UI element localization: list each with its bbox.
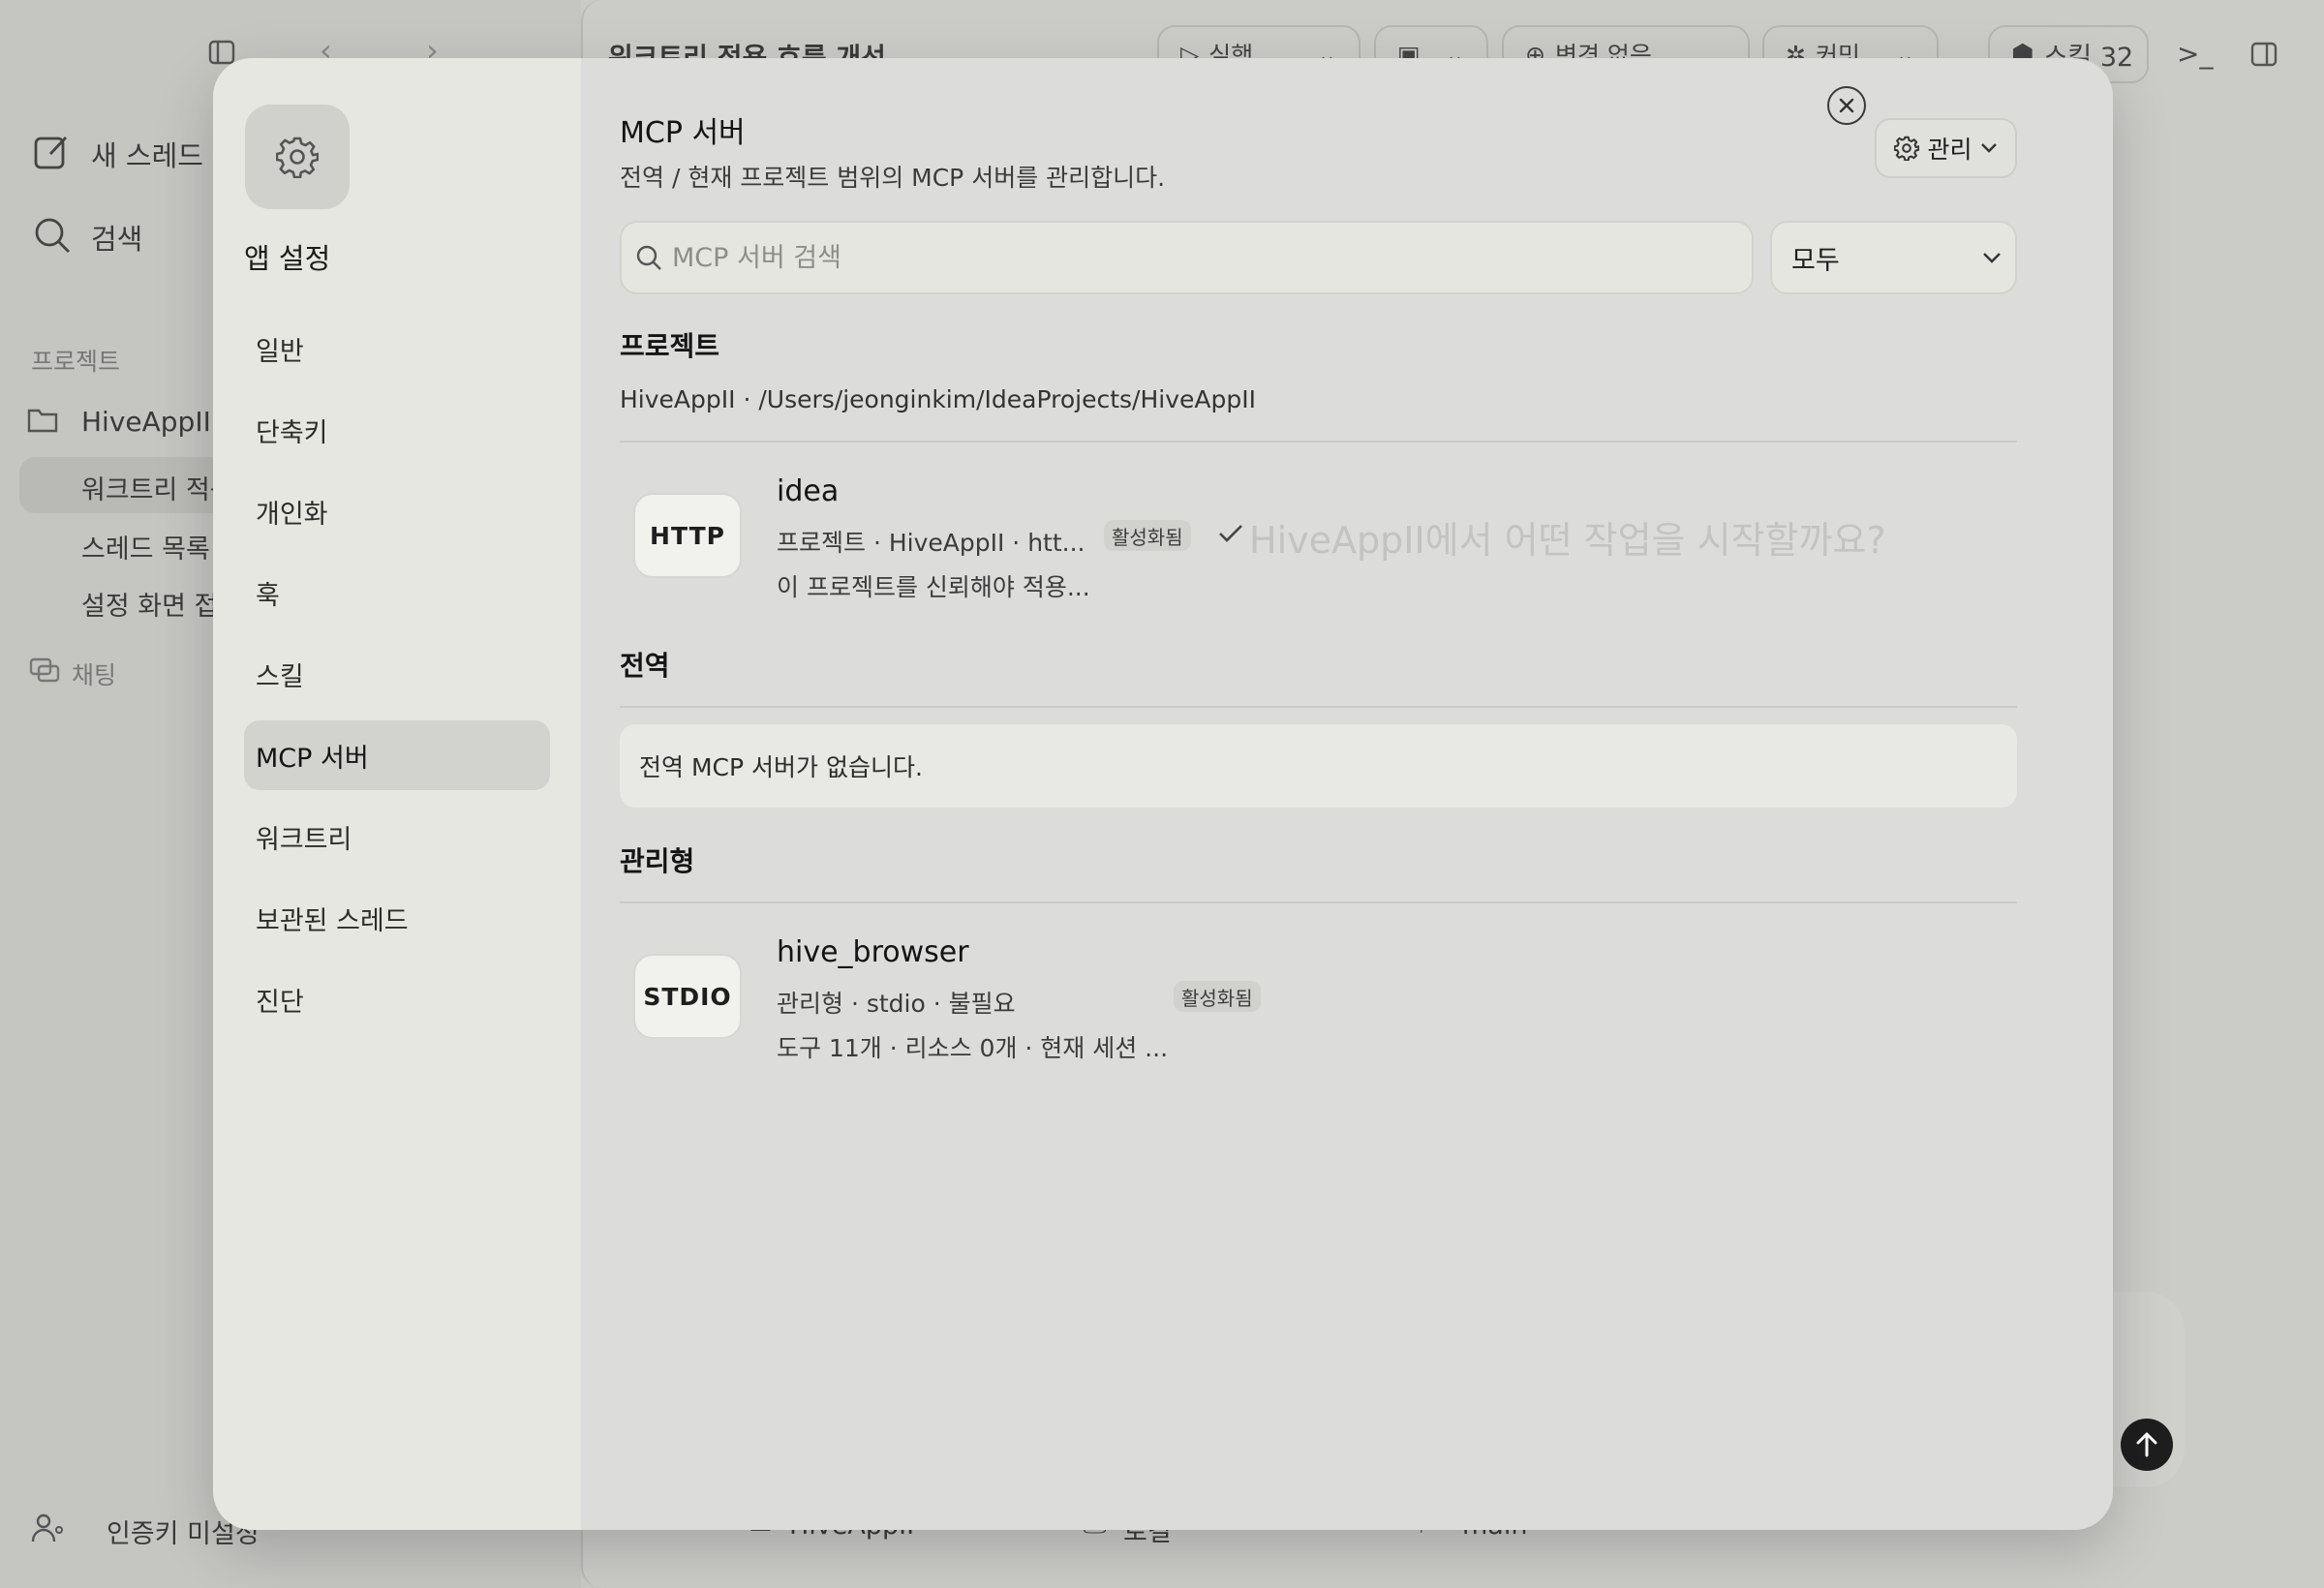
nav-archived-threads[interactable]: 보관된 스레드	[244, 883, 550, 953]
nav-diagnostics[interactable]: 진단	[244, 964, 550, 1034]
section-title-project: 프로젝트	[620, 330, 720, 362]
mcp-search-input[interactable]	[672, 242, 1752, 273]
search-icon	[636, 245, 661, 270]
thread-item[interactable]: 스레드 목록	[81, 528, 210, 565]
gear-icon	[276, 137, 319, 178]
compose-icon	[33, 133, 72, 176]
chat-icon	[29, 657, 60, 690]
new-thread-item[interactable]: 새 스레드	[91, 134, 203, 174]
manage-button[interactable]: 관리	[1875, 118, 2017, 178]
close-button[interactable]	[1827, 86, 1866, 125]
nav-shortcuts[interactable]: 단축키	[244, 395, 550, 465]
chevron-down-icon	[1980, 143, 1997, 153]
section-title-managed: 관리형	[620, 845, 695, 877]
settings-title: 앱 설정	[244, 242, 331, 275]
ghost-prompt: HiveAppII에서 어떤 작업을 시작할까요?	[1249, 519, 1886, 562]
nav-skills[interactable]: 스킬	[244, 639, 550, 709]
checkmark-icon	[1218, 523, 1243, 548]
server-description: 이 프로젝트를 신뢰해야 적용...	[777, 573, 1090, 601]
empty-state: 전역 MCP 서버가 없습니다.	[620, 724, 2017, 808]
arrow-up-icon	[2136, 1432, 2157, 1457]
panel-toggle-icon[interactable]	[2250, 41, 2278, 73]
server-name[interactable]: hive_browser	[777, 935, 969, 969]
user-key-icon	[31, 1512, 66, 1548]
transport-badge: STDIO	[633, 954, 742, 1039]
send-button[interactable]	[2121, 1419, 2173, 1471]
thread-item[interactable]: 설정 화면 접	[81, 585, 218, 623]
chevron-down-icon	[1983, 253, 2001, 263]
status-badge: 활성화됨	[1174, 981, 1261, 1012]
projects-label: 프로젝트	[31, 348, 121, 376]
page-title: MCP 서버	[620, 116, 746, 150]
divider	[620, 901, 2017, 903]
transport-badge: HTTP	[633, 493, 742, 578]
divider	[620, 706, 2017, 708]
mcp-search	[620, 221, 1754, 294]
server-meta: 프로젝트 · HiveAppII · htt...	[777, 529, 1086, 557]
project-name[interactable]: HiveAppII	[81, 406, 211, 438]
nav-hooks[interactable]: 훅	[244, 558, 550, 627]
terminal-icon[interactable]: >_	[2177, 41, 2213, 68]
nav-mcp-servers[interactable]: MCP 서버	[244, 720, 550, 790]
server-name[interactable]: idea	[777, 474, 839, 508]
close-icon	[1839, 98, 1854, 113]
nav-personalization[interactable]: 개인화	[244, 476, 550, 546]
folder-icon	[27, 407, 58, 439]
project-path: HiveAppII · /Users/jeonginkim/IdeaProjec…	[620, 385, 1256, 413]
nav-general[interactable]: 일반	[244, 314, 550, 383]
status-badge: 활성화됨	[1104, 520, 1191, 551]
nav-worktree[interactable]: 워크트리	[244, 802, 550, 871]
manage-label: 관리	[1927, 136, 1972, 164]
settings-app-icon	[245, 105, 350, 209]
server-description: 도구 11개 · 리소스 0개 · 현재 세션 ...	[777, 1034, 1169, 1062]
scope-filter-value: 모두	[1791, 245, 1840, 276]
section-title-global: 전역	[620, 650, 670, 682]
server-meta: 관리형 · stdio · 불필요	[777, 990, 1016, 1018]
search-icon	[33, 216, 72, 260]
page-description: 전역 / 현재 프로젝트 범위의 MCP 서버를 관리합니다.	[620, 164, 1166, 192]
search-item[interactable]: 검색	[91, 217, 142, 258]
gear-icon	[1894, 136, 1920, 161]
scope-filter-select[interactable]: 모두	[1770, 221, 2017, 294]
settings-nav: 일반 단축키 개인화 훅 스킬 MCP 서버 워크트리 보관된 스레드 진단	[244, 314, 550, 1034]
settings-sidebar: 앱 설정 일반 단축키 개인화 훅 스킬 MCP 서버 워크트리 보관된 스레드…	[213, 58, 581, 1530]
chat-label[interactable]: 채팅	[72, 657, 116, 691]
divider	[620, 441, 2017, 443]
